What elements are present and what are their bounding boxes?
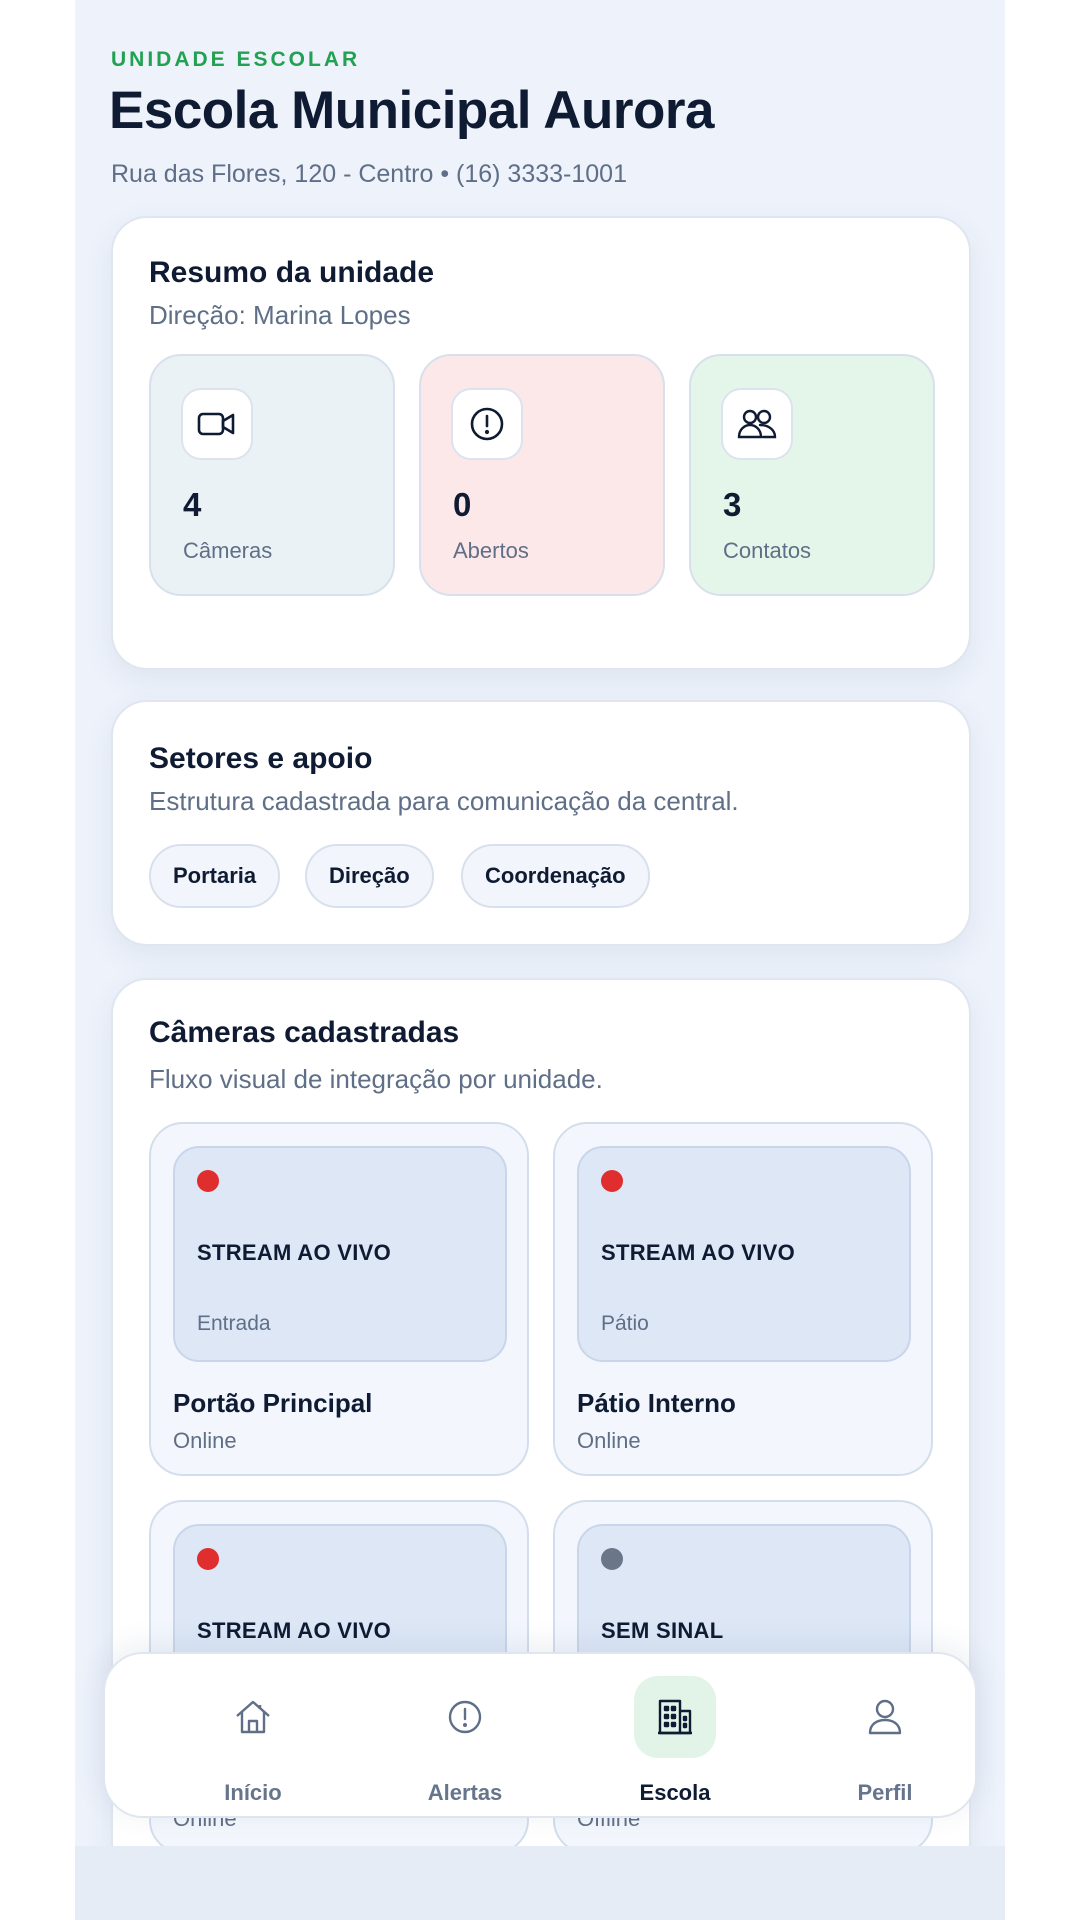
cameras-subtitle: Fluxo visual de integração por unidade. [149, 1064, 603, 1094]
sectors-title: Setores e apoio [149, 742, 373, 775]
alert-circle-icon [451, 388, 523, 460]
nav-item-alertas[interactable]: Alertas [395, 1676, 535, 1806]
sectors-card: Setores e apoio Estrutura cadastrada par… [111, 700, 971, 946]
nav-item-perfil[interactable]: Perfil [815, 1676, 955, 1806]
nav-label: Perfil [857, 1780, 913, 1805]
camera-card[interactable]: STREAM AO VIVO Entrada Portão Principal … [149, 1122, 529, 1476]
page-eyebrow: UNIDADE ESCOLAR [111, 48, 361, 71]
stat-value: 0 [453, 486, 472, 523]
nav-label: Alertas [427, 1780, 503, 1805]
building-icon [634, 1676, 716, 1758]
page-title: Escola Municipal Aurora [109, 81, 715, 140]
video-camera-icon [181, 388, 253, 460]
camera-name: Pátio Interno [577, 1388, 736, 1418]
cameras-title: Câmeras cadastradas [149, 1016, 460, 1049]
users-icon [721, 388, 793, 460]
camera-status: Online [577, 1428, 641, 1453]
stat-value: 3 [723, 486, 742, 523]
home-indicator-area [75, 1846, 1005, 1920]
summary-subtitle: Direção: Marina Lopes [149, 300, 411, 330]
stat-label: Abertos [453, 538, 529, 563]
camera-location: Pátio [601, 1312, 649, 1335]
camera-preview[interactable]: STREAM AO VIVO Pátio [577, 1146, 911, 1362]
chip-coordenacao[interactable]: Coordenação [461, 844, 650, 908]
nav-item-escola[interactable]: Escola [605, 1676, 745, 1806]
stat-cameras[interactable]: 4 Câmeras [149, 354, 395, 596]
user-icon [844, 1676, 926, 1758]
live-indicator-dot [601, 1170, 623, 1192]
stream-status: STREAM AO VIVO [197, 1618, 392, 1643]
stream-status: SEM SINAL [601, 1618, 724, 1643]
stream-status: STREAM AO VIVO [601, 1240, 796, 1265]
home-icon [212, 1676, 294, 1758]
camera-name: Portão Principal [173, 1388, 373, 1418]
live-indicator-dot [197, 1548, 219, 1570]
camera-location: Entrada [197, 1312, 271, 1335]
alert-circle-icon [424, 1676, 506, 1758]
nav-item-inicio[interactable]: Início [183, 1676, 323, 1806]
sectors-subtitle: Estrutura cadastrada para comunicação da… [149, 786, 739, 816]
stream-status: STREAM AO VIVO [197, 1240, 392, 1265]
stat-open-tickets[interactable]: 0 Abertos [419, 354, 665, 596]
stat-label: Câmeras [183, 538, 273, 563]
stat-contacts[interactable]: 3 Contatos [689, 354, 935, 596]
camera-card[interactable]: STREAM AO VIVO Pátio Pátio Interno Onlin… [553, 1122, 933, 1476]
summary-card: Resumo da unidade Direção: Marina Lopes … [111, 216, 971, 670]
nav-label: Escola [639, 1780, 711, 1805]
summary-title: Resumo da unidade [149, 256, 435, 289]
live-indicator-dot [197, 1170, 219, 1192]
stat-value: 4 [183, 486, 202, 523]
nav-label: Início [224, 1780, 282, 1805]
scroll-content[interactable]: UNIDADE ESCOLAR Escola Municipal Aurora … [75, 0, 1005, 1846]
camera-preview[interactable]: STREAM AO VIVO Entrada [173, 1146, 507, 1362]
school-address: Rua das Flores, 120 - Centro • (16) 3333… [111, 160, 627, 188]
app-screen: UNIDADE ESCOLAR Escola Municipal Aurora … [75, 0, 1005, 1920]
chip-portaria[interactable]: Portaria [149, 844, 281, 908]
chip-direcao[interactable]: Direção [305, 844, 434, 908]
camera-status: Online [173, 1428, 237, 1453]
offline-indicator-dot [601, 1548, 623, 1570]
bottom-nav: Início Alertas Escola Perfil [103, 1652, 977, 1818]
stat-label: Contatos [723, 538, 812, 563]
